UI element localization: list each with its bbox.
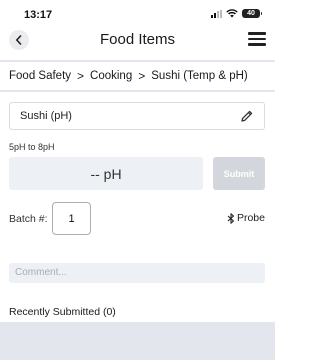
hamburger-menu-icon: [248, 32, 266, 35]
breadcrumb-separator: >: [138, 69, 146, 83]
comment-input[interactable]: Comment...: [9, 263, 265, 283]
item-selector[interactable]: Sushi (pH): [9, 102, 265, 130]
wifi-icon: [226, 9, 238, 18]
ph-reading-placeholder: -- pH: [90, 165, 122, 182]
battery-icon: 40: [242, 9, 262, 18]
recently-submitted-heading: Recently Submitted (0): [9, 306, 116, 318]
signal-icon: [211, 9, 222, 18]
breadcrumb-item-food-safety[interactable]: Food Safety: [9, 70, 71, 82]
ph-range-label: 5pH to 8pH: [9, 142, 55, 152]
app-header: Food Items: [0, 26, 275, 56]
menu-button[interactable]: [248, 32, 266, 46]
status-icons: 40: [211, 9, 262, 18]
breadcrumb: Food Safety > Cooking > Sushi (Temp & pH…: [0, 60, 275, 92]
item-selector-label: Sushi (pH): [20, 110, 72, 122]
submit-button[interactable]: Submit: [213, 157, 265, 190]
recently-submitted-list: [0, 322, 275, 360]
status-bar: 13:17 40: [0, 0, 275, 26]
page-title: Food Items: [99, 31, 176, 48]
breadcrumb-item-cooking[interactable]: Cooking: [90, 70, 132, 82]
batch-label: Batch #:: [9, 213, 48, 225]
pencil-icon[interactable]: [240, 109, 254, 123]
probe-button[interactable]: Probe: [227, 212, 265, 224]
probe-label: Probe: [236, 212, 265, 224]
bluetooth-icon: [227, 212, 235, 224]
battery-level: 40: [247, 10, 255, 17]
ph-reading-input[interactable]: -- pH: [9, 157, 203, 190]
food-items-screen: 13:17 40 Food Items Food Safety > Cookin…: [0, 0, 275, 360]
breadcrumb-separator: >: [77, 69, 85, 83]
breadcrumb-item-sushi[interactable]: Sushi (Temp & pH): [151, 70, 248, 82]
status-time: 13:17: [24, 9, 53, 21]
batch-number-input[interactable]: 1: [52, 202, 91, 235]
